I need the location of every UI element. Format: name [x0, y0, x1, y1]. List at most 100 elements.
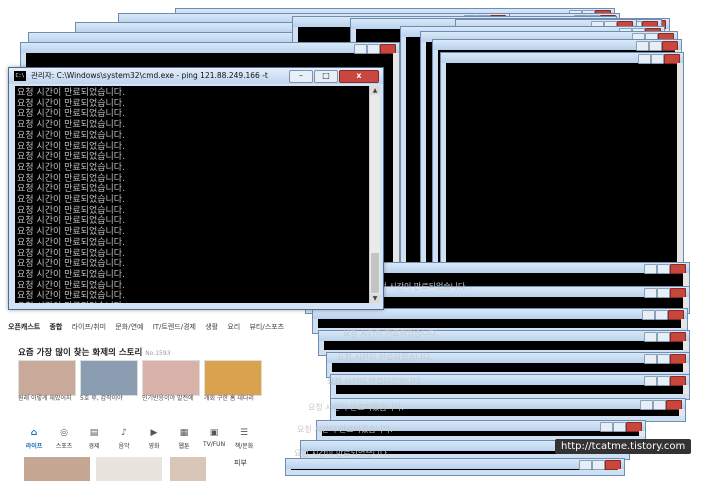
console-line: 요청 시간이 만료되었습니다. [17, 302, 125, 303]
cmd-icon: C:\ [14, 71, 26, 81]
maximize-button[interactable] [655, 310, 668, 320]
maximize-button[interactable]: □ [314, 70, 338, 83]
console-line: 요청 시간이 만료되었습니다. [17, 259, 125, 270]
category-item[interactable]: ◎ 스포츠 [52, 428, 76, 450]
category-icon: ◎ [60, 428, 68, 438]
console-line: 요청 시간이 만료되었습니다. [17, 152, 125, 163]
minimize-button[interactable] [638, 54, 651, 64]
maximize-button[interactable] [657, 376, 670, 386]
watermark: http://tcatme.tistory.com [555, 439, 692, 454]
page-tab[interactable]: 오픈캐스트 [8, 323, 40, 331]
console-line: 요청 시간이 만료되었습니다. [337, 353, 433, 362]
maximize-button[interactable] [653, 400, 666, 410]
vertical-scrollbar [683, 297, 689, 308]
console-line: 요청 시간이 만료되었습니다. [17, 141, 125, 152]
category-item[interactable]: ♪ 음악 [112, 428, 136, 450]
category-label: 경제 [88, 443, 100, 450]
story-thumbnail[interactable] [142, 360, 200, 396]
window-title: 관리자: C:\Windows\system32\cmd.exe - ping … [31, 71, 268, 80]
vertical-scrollbar [679, 409, 685, 416]
vertical-scrollbar [639, 431, 645, 436]
console-area [332, 363, 683, 372]
minimize-button[interactable] [644, 288, 657, 298]
page-tab[interactable]: 라이프/취미 [72, 323, 107, 331]
console-line: 요청 시간이 만료되었습니다. [17, 227, 125, 238]
maximize-button[interactable] [651, 54, 664, 64]
vertical-scrollbar [683, 341, 689, 350]
maximize-button[interactable] [657, 354, 670, 364]
window-titlebar [21, 43, 399, 53]
console-output[interactable]: 요청 시간이 만료되었습니다. 요청 시간이 만료되었습니다. 요청 시간이 만료되… [15, 86, 369, 303]
console-line: 요청 시간이 만료되었습니다. [17, 216, 125, 227]
bottom-thumbnail[interactable] [24, 457, 90, 481]
story-thumbnail[interactable] [80, 360, 138, 396]
minimize-button[interactable] [642, 310, 655, 320]
page-tab[interactable]: 문화/연예 [115, 323, 143, 331]
console-area [446, 63, 677, 292]
vertical-scrollbar [677, 63, 683, 292]
vertical-scrollbar [683, 273, 689, 286]
story-caption[interactable]: 인기반응이야 발전에 [142, 393, 194, 402]
page-tab[interactable]: 요리 [227, 323, 240, 331]
category-item[interactable]: ▦ 웹툰 [172, 428, 196, 450]
story-caption[interactable]: 5호 후, 갑작이야 [80, 393, 123, 402]
scroll-down-arrow-icon[interactable]: ▼ [370, 294, 380, 303]
minimize-button[interactable] [354, 44, 367, 54]
console-line: 요청 시간이 만료되었습니다. [17, 248, 125, 259]
page-tab[interactable]: 종합 [49, 323, 62, 331]
web-page-background: 오픈캐스트 종합 라이프/취미 문화/연예 IT/트렌드/경제 생활 요리 뷰티… [0, 300, 284, 481]
minimize-button[interactable] [640, 400, 653, 410]
console-line: 요청 시간이 만료되었습니다. [17, 205, 125, 216]
close-button[interactable]: x [339, 70, 379, 83]
vertical-scrollbar [393, 53, 399, 290]
vertical-scrollbar [683, 363, 689, 372]
scroll-thumb[interactable] [371, 253, 379, 293]
page-tab[interactable]: 뷰티/스포츠 [249, 323, 284, 331]
cmd-title-bar[interactable]: C:\ 관리자: C:\Windows\system32\cmd.exe - p… [9, 68, 383, 84]
page-tab[interactable]: IT/트렌드/경제 [153, 323, 196, 331]
category-label: 라이프 [25, 443, 43, 450]
minimize-button[interactable] [644, 354, 657, 364]
minimize-button[interactable] [644, 332, 657, 342]
vertical-scrollbar[interactable]: ▲ ▼ [369, 86, 380, 303]
bottom-thumbnail[interactable] [96, 457, 162, 481]
console-line: 요청 시간이 만료되었습니다. [17, 88, 125, 98]
console-area [318, 319, 681, 328]
category-item[interactable]: ▣ TV/FUN [202, 428, 226, 448]
maximize-button[interactable] [657, 288, 670, 298]
window-controls: – □ x [288, 70, 379, 83]
category-item[interactable]: ▤ 경제 [82, 428, 106, 450]
bottom-thumbnail[interactable] [170, 457, 206, 481]
maximize-button[interactable] [657, 264, 670, 274]
story-caption[interactable]: 개회 구한 홈 데다리 [204, 393, 254, 402]
console-line: 요청 시간이 만료되었습니다. [343, 329, 439, 338]
minimize-button[interactable] [644, 376, 657, 386]
minimize-button[interactable] [644, 264, 657, 274]
maximize-button[interactable] [592, 460, 605, 470]
category-item[interactable]: ⌂ 라이프 [22, 428, 46, 450]
console-line: 요청 시간이 만료되었습니다. [17, 130, 125, 141]
story-thumbnail[interactable] [18, 360, 76, 396]
minimize-button[interactable] [600, 422, 613, 432]
console-line: 요청 시간이 만료되었습니다. [17, 291, 125, 302]
minimize-button[interactable]: – [289, 70, 313, 83]
category-nav: ⌂ 라이프 ◎ 스포츠 ▤ 경제 ♪ 음악 ▶ 영화 ▦ 웹툰 ▣ TV/FUN ☰ 책/문화 [22, 428, 258, 452]
story-caption[interactable]: 원래 이렇게 재밌어지 [18, 393, 72, 402]
maximize-button[interactable] [367, 44, 380, 54]
category-label: TV/FUN [202, 441, 226, 448]
category-item[interactable]: ▶ 영화 [142, 428, 166, 450]
maximize-button[interactable] [649, 41, 662, 51]
story-thumbnail[interactable] [204, 360, 262, 396]
cmd-window-front[interactable]: C:\ 관리자: C:\Windows\system32\cmd.exe - p… [8, 67, 384, 310]
page-tab[interactable]: 생활 [205, 323, 218, 331]
minimize-button[interactable] [579, 460, 592, 470]
console-line: 요청 시간이 만료되었습니다. [372, 282, 468, 291]
maximize-button[interactable] [613, 422, 626, 432]
category-item[interactable]: ☰ 책/문화 [232, 428, 256, 450]
console-line: 요청 시간이 만료되었습니다. [308, 403, 404, 412]
section-count: No.1593 [145, 350, 171, 357]
minimize-button[interactable] [636, 41, 649, 51]
maximize-button[interactable] [657, 332, 670, 342]
console-line: 요청 시간이 만료되었습니다. [17, 120, 125, 131]
scroll-up-arrow-icon[interactable]: ▲ [370, 86, 380, 95]
